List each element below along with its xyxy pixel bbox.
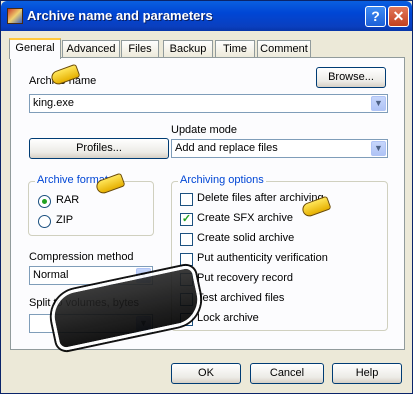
- close-button[interactable]: ✕: [388, 6, 409, 27]
- tab-comment[interactable]: Comment: [257, 40, 311, 58]
- rar-label: RAR: [56, 194, 80, 206]
- compression-value: Normal: [33, 269, 69, 281]
- create-sfx-checkbox[interactable]: ✓: [180, 213, 193, 226]
- update-mode-label: Update mode: [171, 124, 238, 136]
- tab-general[interactable]: General: [9, 38, 61, 59]
- zip-label: ZIP: [56, 214, 74, 226]
- authenticity-label: Put authenticity verification: [197, 252, 328, 264]
- ok-button[interactable]: OK: [171, 363, 241, 384]
- browse-button[interactable]: Browse...: [316, 67, 386, 88]
- archive-format-group: Archive format RAR ZIP: [28, 174, 154, 236]
- chevron-down-icon[interactable]: ▼: [371, 141, 386, 156]
- help-title-button[interactable]: ?: [365, 6, 386, 27]
- tab-time[interactable]: Time: [215, 40, 255, 58]
- lock-archive-label: Lock archive: [197, 312, 259, 324]
- recovery-record-label: Put recovery record: [197, 272, 293, 284]
- archive-name-combo[interactable]: king.exe ▼: [29, 94, 388, 113]
- create-solid-label: Create solid archive: [197, 232, 295, 244]
- tab-backup[interactable]: Backup: [163, 40, 213, 58]
- tab-advanced[interactable]: Advanced: [62, 40, 120, 58]
- dialog-window: Archive name and parameters ? ✕ General …: [0, 0, 413, 394]
- window-title: Archive name and parameters: [27, 8, 213, 23]
- chevron-down-icon[interactable]: ▼: [371, 96, 386, 111]
- winrar-icon: [7, 8, 23, 24]
- tab-files[interactable]: Files: [121, 40, 159, 58]
- archiving-options-group: Archiving options Delete files after arc…: [171, 174, 388, 331]
- archiving-options-title: Archiving options: [178, 174, 266, 186]
- authenticity-checkbox[interactable]: [180, 253, 193, 266]
- archive-name-value: king.exe: [33, 97, 74, 109]
- update-mode-value: Add and replace files: [175, 142, 278, 154]
- create-solid-checkbox[interactable]: [180, 233, 193, 246]
- update-mode-select[interactable]: Add and replace files ▼: [171, 139, 388, 158]
- delete-files-label: Delete files after archiving: [197, 192, 324, 204]
- cancel-button[interactable]: Cancel: [250, 363, 324, 384]
- test-files-label: Test archived files: [197, 292, 285, 304]
- rar-radio[interactable]: [38, 195, 51, 208]
- create-sfx-label: Create SFX archive: [197, 212, 293, 224]
- zip-radio[interactable]: [38, 215, 51, 228]
- delete-files-checkbox[interactable]: [180, 193, 193, 206]
- title-bar[interactable]: Archive name and parameters ? ✕: [1, 1, 412, 31]
- profiles-button[interactable]: Profiles...: [29, 138, 169, 159]
- help-button[interactable]: Help: [332, 363, 402, 384]
- compression-label: Compression method: [29, 251, 134, 263]
